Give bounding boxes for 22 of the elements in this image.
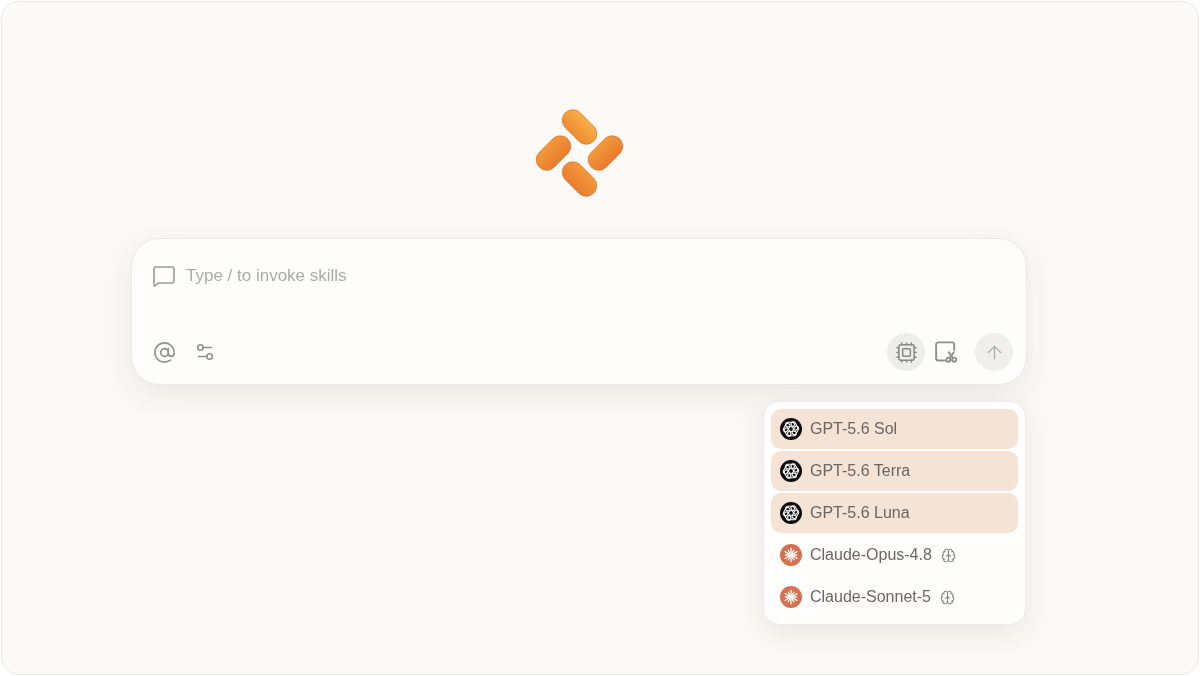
starburst-logo-icon	[780, 586, 802, 608]
message-input[interactable]: Type / to invoke skills	[186, 263, 1002, 289]
model-option[interactable]: Claude-Sonnet-5	[771, 577, 1018, 617]
chat-bubble-icon	[152, 263, 176, 288]
model-name: Claude-Opus-4.8	[810, 545, 932, 565]
knot-logo-icon	[780, 502, 802, 524]
knot-logo-icon	[780, 460, 802, 482]
starburst-logo-icon	[780, 544, 802, 566]
at-sign-icon	[152, 340, 176, 364]
model-option[interactable]: Claude-Opus-4.8	[771, 535, 1018, 575]
model-name: GPT-5.6 Terra	[810, 461, 911, 481]
model-button[interactable]	[887, 333, 925, 371]
model-name: GPT-5.6 Luna	[810, 503, 910, 523]
chip-icon	[894, 340, 918, 364]
knot-logo-icon	[780, 418, 802, 440]
model-name: Claude-Sonnet-5	[810, 587, 931, 607]
model-option[interactable]: GPT-5.6 Luna	[771, 493, 1018, 533]
model-option[interactable]: GPT-5.6 Sol	[771, 409, 1018, 449]
screenshot-scissors-icon	[935, 341, 957, 363]
model-name: GPT-5.6 Sol	[810, 419, 898, 439]
settings-icon	[194, 341, 216, 363]
model-option[interactable]: GPT-5.6 Terra	[771, 451, 1018, 491]
